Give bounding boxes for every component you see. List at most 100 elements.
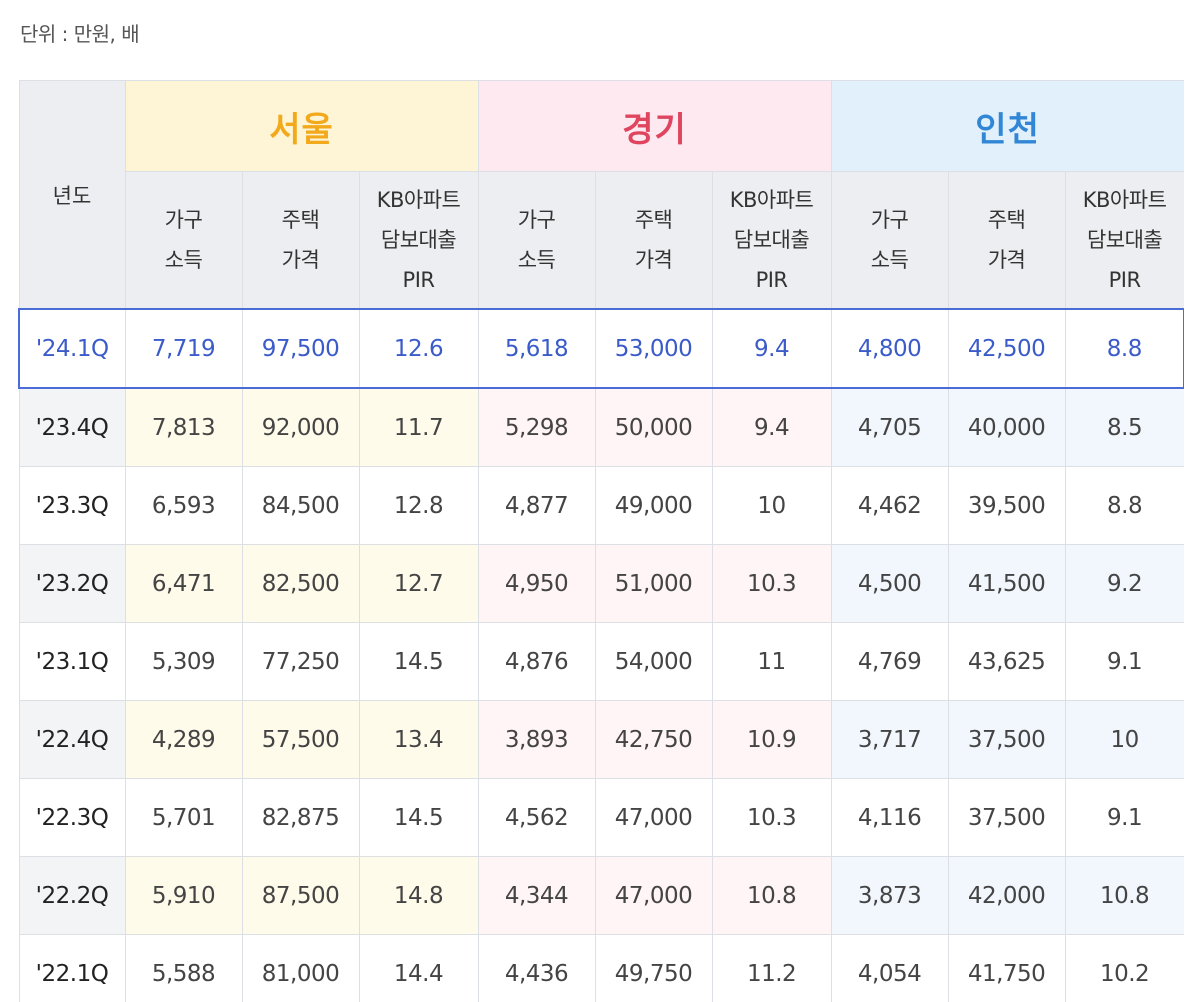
year-cell: '23.4Q (18, 387, 126, 467)
cell-gyeonggi-price: 50,000 (594, 387, 713, 467)
sub-header-line: PIR (1108, 268, 1141, 292)
year-cell: '22.1Q (18, 934, 126, 1002)
cell-incheon-income: 4,500 (830, 544, 949, 623)
cell-gyeonggi-income: 4,436 (477, 934, 596, 1002)
cell-seoul-price: 82,500 (241, 544, 360, 623)
sub-header-gyeonggi-price: 주택 가격 (594, 171, 713, 310)
cell-seoul-price: 84,500 (241, 466, 360, 545)
cell-seoul-pir: 14.5 (358, 622, 479, 701)
sub-header-line: PIR (402, 268, 435, 292)
table-row: '23.4Q 7,813 92,000 11.7 5,298 50,000 9.4 4,705… (18, 387, 1184, 467)
cell-seoul-pir: 14.4 (358, 934, 479, 1002)
cell-incheon-price: 41,500 (947, 544, 1066, 623)
year-cell: '23.1Q (18, 622, 126, 701)
sub-header-seoul-income: 가구소득 (124, 171, 243, 310)
sub-header-line: 담보대출 (1086, 228, 1163, 252)
sub-header-seoul-pir: KB아파트 담보대출 PIR (358, 171, 479, 310)
sub-header-incheon-price: 주택가격 (947, 171, 1066, 310)
cell-gyeonggi-price: 47,000 (594, 856, 713, 935)
cell-incheon-pir: 8.8 (1064, 466, 1184, 545)
cell-gyeonggi-price: 49,750 (594, 934, 713, 1002)
cell-gyeonggi-income: 4,877 (477, 466, 596, 545)
cell-gyeonggi-pir: 10 (711, 466, 832, 545)
cell-gyeonggi-income: 4,950 (477, 544, 596, 623)
table-row: '23.1Q 5,309 77,250 14.5 4,876 54,000 11 4,769 4… (18, 622, 1184, 701)
sub-header-seoul-price: 주택 가격 (241, 171, 360, 310)
cell-incheon-income: 4,705 (830, 387, 949, 467)
sub-header-line: KB아파트 (376, 188, 461, 212)
cell-gyeonggi-price: 47,000 (594, 778, 713, 857)
sub-header-line: KB아파트 (1082, 188, 1167, 212)
year-cell: '24.1Q (18, 308, 126, 389)
cell-incheon-price: 39,500 (947, 466, 1066, 545)
cell-gyeonggi-pir: 10.3 (711, 544, 832, 623)
cell-incheon-income: 4,800 (830, 308, 949, 389)
cell-gyeonggi-income: 5,298 (477, 387, 596, 467)
cell-incheon-pir: 9.1 (1064, 778, 1184, 857)
cell-incheon-price: 40,000 (947, 387, 1066, 467)
cell-seoul-pir: 12.8 (358, 466, 479, 545)
cell-seoul-pir: 14.8 (358, 856, 479, 935)
cell-seoul-price: 57,500 (241, 700, 360, 779)
cell-seoul-income: 5,701 (124, 778, 243, 857)
sub-header-line: 가격 (987, 248, 1026, 272)
cell-incheon-price: 37,500 (947, 700, 1066, 779)
table-row: '22.1Q 5,588 81,000 14.4 4,436 49,750 11.2 4,05… (18, 934, 1184, 1002)
cell-gyeonggi-price: 53,000 (594, 308, 713, 389)
pir-table: 년도 서울 경기 인천 가구 소득 주택 가격 KB아파트 담보대출 PIR 가구 소득 주택 가격… (18, 80, 1184, 1002)
cell-incheon-income: 4,116 (830, 778, 949, 857)
cell-incheon-price: 37,500 (947, 778, 1066, 857)
cell-incheon-pir: 10 (1064, 700, 1184, 779)
year-cell: '22.3Q (18, 778, 126, 857)
sub-header-line: PIR (755, 268, 788, 292)
cell-gyeonggi-pir: 9.4 (711, 308, 832, 389)
cell-incheon-income: 3,717 (830, 700, 949, 779)
cell-gyeonggi-income: 5,618 (477, 308, 596, 389)
cell-seoul-income: 7,813 (124, 387, 243, 467)
year-column-header: 년도 (18, 80, 126, 310)
cell-seoul-pir: 13.4 (358, 700, 479, 779)
cell-seoul-pir: 12.6 (358, 308, 479, 389)
cell-seoul-price: 92,000 (241, 387, 360, 467)
table-row: '24.1Q 7,719 97,500 12.6 5,618 53,000 9.4 4,800… (18, 308, 1184, 389)
cell-incheon-pir: 8.5 (1064, 387, 1184, 467)
cell-gyeonggi-income: 4,344 (477, 856, 596, 935)
cell-seoul-price: 82,875 (241, 778, 360, 857)
sub-header-line: 담보대출 (733, 228, 810, 252)
sub-header-gyeonggi-pir: KB아파트 담보대출 PIR (711, 171, 832, 310)
cell-incheon-price: 42,500 (947, 308, 1066, 389)
region-header-gyeonggi: 경기 (477, 80, 832, 172)
cell-incheon-pir: 10.8 (1064, 856, 1184, 935)
sub-header-line: 소득 (164, 248, 203, 272)
sub-header-line: 가구 (164, 208, 203, 232)
cell-incheon-pir: 9.1 (1064, 622, 1184, 701)
pir-table-container: 년도 서울 경기 인천 가구 소득 주택 가격 KB아파트 담보대출 PIR 가구 소득 주택 가격… (18, 80, 1184, 1002)
cell-seoul-income: 7,719 (124, 308, 243, 389)
cell-incheon-income: 3,873 (830, 856, 949, 935)
cell-gyeonggi-price: 49,000 (594, 466, 713, 545)
cell-gyeonggi-income: 4,562 (477, 778, 596, 857)
sub-header-row: 가구 소득 주택 가격 KB아파트 담보대출 PIR 가구 소득 주택 가격 KB아파트 담보대출 PIR… (19, 171, 1184, 310)
sub-header-line: 소득 (870, 248, 909, 272)
year-cell: '22.2Q (18, 856, 126, 935)
table-row: '23.2Q 6,471 82,500 12.7 4,950 51,000 10.3 4,50… (18, 544, 1184, 623)
region-header-seoul: 서울 (124, 80, 479, 172)
cell-seoul-income: 4,289 (124, 700, 243, 779)
cell-incheon-income: 4,769 (830, 622, 949, 701)
cell-incheon-price: 42,000 (947, 856, 1066, 935)
cell-gyeonggi-price: 51,000 (594, 544, 713, 623)
unit-note: 단위 : 만원, 배 (20, 22, 140, 46)
cell-incheon-income: 4,462 (830, 466, 949, 545)
cell-gyeonggi-pir: 10.8 (711, 856, 832, 935)
cell-incheon-price: 43,625 (947, 622, 1066, 701)
sub-header-line: 소득 (517, 248, 556, 272)
cell-gyeonggi-pir: 9.4 (711, 387, 832, 467)
sub-header-line: 주택 (987, 208, 1026, 232)
year-cell: '22.4Q (18, 700, 126, 779)
cell-incheon-income: 4,054 (830, 934, 949, 1002)
region-header-incheon: 인천 (830, 80, 1184, 172)
cell-seoul-income: 5,910 (124, 856, 243, 935)
sub-header-gyeonggi-income: 가구 소득 (477, 171, 596, 310)
cell-seoul-pir: 14.5 (358, 778, 479, 857)
sub-header-line: 가구 (870, 208, 909, 232)
